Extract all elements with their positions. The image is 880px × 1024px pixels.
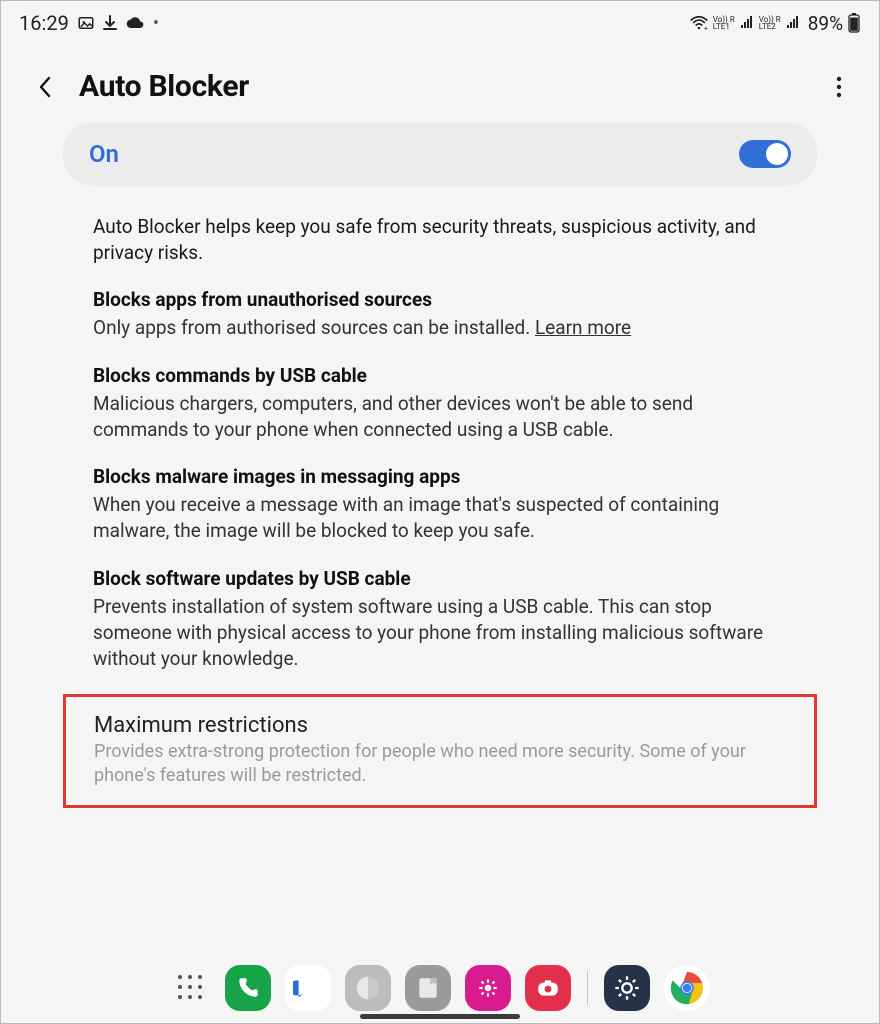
section-body: Prevents installation of system software…	[93, 594, 787, 673]
max-restrictions-title: Maximum restrictions	[94, 713, 786, 738]
section-title: Blocks apps from unauthorised sources	[93, 288, 787, 311]
section-body: Only apps from authorised sources can be…	[93, 315, 787, 341]
learn-more-link[interactable]: Learn more	[535, 316, 631, 339]
chrome-app-icon[interactable]	[664, 965, 710, 1011]
section-body: When you receive a message with an image…	[93, 492, 787, 544]
section-body: Malicious chargers, computers, and other…	[93, 391, 787, 443]
section-malware-images: Blocks malware images in messaging apps …	[93, 465, 787, 544]
maximum-restrictions-row[interactable]: Maximum restrictions Provides extra-stro…	[63, 694, 817, 808]
gallery-icon	[77, 14, 95, 32]
gallery-app-icon[interactable]	[465, 965, 511, 1011]
section-usb-commands: Blocks commands by USB cable Malicious c…	[93, 364, 787, 443]
phone-app-icon[interactable]	[225, 965, 271, 1011]
section-usb-updates: Block software updates by USB cable Prev…	[93, 567, 787, 673]
max-restrictions-body: Provides extra-strong protection for peo…	[94, 740, 786, 789]
status-bar: 16:29 • + Vo)) R LTE1 Vo)) R LTE2 89%	[1, 1, 879, 41]
back-button[interactable]	[29, 71, 61, 103]
content: On Auto Blocker helps keep you safe from…	[1, 122, 879, 808]
battery-pct: 89%	[808, 12, 843, 35]
battery-icon	[847, 13, 861, 33]
gesture-handle[interactable]	[360, 1014, 520, 1019]
sim1-label: Vo)) R LTE1	[713, 16, 735, 30]
section-unauthorised-sources: Blocks apps from unauthorised sources On…	[93, 288, 787, 341]
messages-app-icon[interactable]	[285, 965, 331, 1011]
settings-app-icon[interactable]	[604, 965, 650, 1011]
section-title: Blocks commands by USB cable	[93, 364, 787, 387]
signal1-icon	[739, 16, 755, 30]
clock: 16:29	[19, 11, 69, 35]
signal2-icon	[785, 16, 801, 30]
browser-app-icon[interactable]	[345, 965, 391, 1011]
cloud-icon	[125, 15, 145, 31]
section-title: Block software updates by USB cable	[93, 567, 787, 590]
dot-icon: •	[153, 13, 159, 34]
page-title: Auto Blocker	[79, 69, 823, 104]
dock-divider	[587, 971, 588, 1005]
status-right: + Vo)) R LTE1 Vo)) R LTE2 89%	[689, 12, 861, 35]
section-title: Blocks malware images in messaging apps	[93, 465, 787, 488]
auto-blocker-toggle-row[interactable]: On	[63, 122, 817, 186]
toggle-label: On	[89, 140, 119, 168]
notes-app-icon[interactable]	[405, 965, 451, 1011]
toggle-switch[interactable]	[739, 140, 791, 168]
more-options-button[interactable]	[823, 71, 855, 103]
sim2-label: Vo)) R LTE2	[759, 16, 781, 30]
apps-drawer-button[interactable]	[171, 968, 211, 1008]
wifi-icon: +	[689, 15, 709, 31]
status-left: 16:29 •	[19, 11, 159, 35]
svg-text:+: +	[704, 25, 708, 32]
download-icon	[103, 15, 117, 31]
camera-app-icon[interactable]	[525, 965, 571, 1011]
intro-text: Auto Blocker helps keep you safe from se…	[93, 214, 787, 266]
header: Auto Blocker	[1, 41, 879, 122]
dock	[1, 965, 879, 1011]
